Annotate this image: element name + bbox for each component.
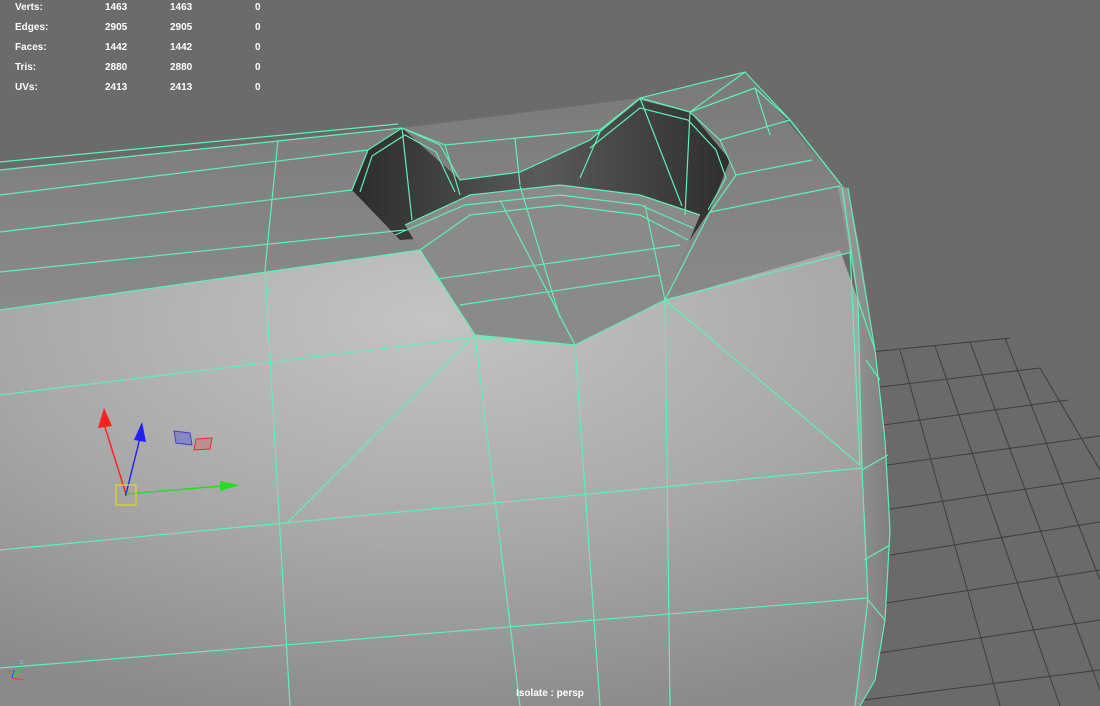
hud-row-selected: 1442 (170, 42, 193, 53)
camera-label: Isolate : persp (516, 688, 584, 699)
view-axis-x-label: x (8, 669, 12, 676)
perspective-viewport[interactable]: Verts: 1463 1463 0 Edges: 2905 2905 0 Faces: 1442… (0, 0, 1100, 706)
hud-row-label: Tris: (15, 62, 37, 73)
hud-row-other: 0 (255, 2, 261, 13)
hud-row-other: 0 (255, 42, 261, 53)
hud-row-total: 1463 (105, 2, 128, 13)
plane-handle-blue[interactable] (173, 430, 193, 446)
hud-row-selected: 2905 (170, 22, 193, 33)
hud-row-label: Faces: (15, 42, 47, 53)
hud-row-selected: 2880 (170, 62, 193, 73)
scene-canvas[interactable] (0, 0, 1100, 706)
hud-row-total: 2413 (105, 82, 128, 93)
plane-handle-red[interactable] (193, 437, 213, 451)
hud-row-label: Edges: (15, 22, 49, 33)
view-axis-z-label: z (20, 659, 24, 666)
hud-row-other: 0 (255, 62, 261, 73)
hud-row-other: 0 (255, 22, 261, 33)
hud-row-selected: 2413 (170, 82, 193, 93)
hud-row-selected: 1463 (170, 2, 193, 13)
hud-row-label: Verts: (15, 2, 43, 13)
ground-grid (860, 337, 1100, 706)
mesh-object[interactable] (0, 72, 890, 706)
hud-row-total: 2880 (105, 62, 128, 73)
hud-row-other: 0 (255, 82, 261, 93)
hud-row-total: 1442 (105, 42, 128, 53)
hud-row-label: UVs: (15, 82, 38, 93)
hud-row-total: 2905 (105, 22, 128, 33)
